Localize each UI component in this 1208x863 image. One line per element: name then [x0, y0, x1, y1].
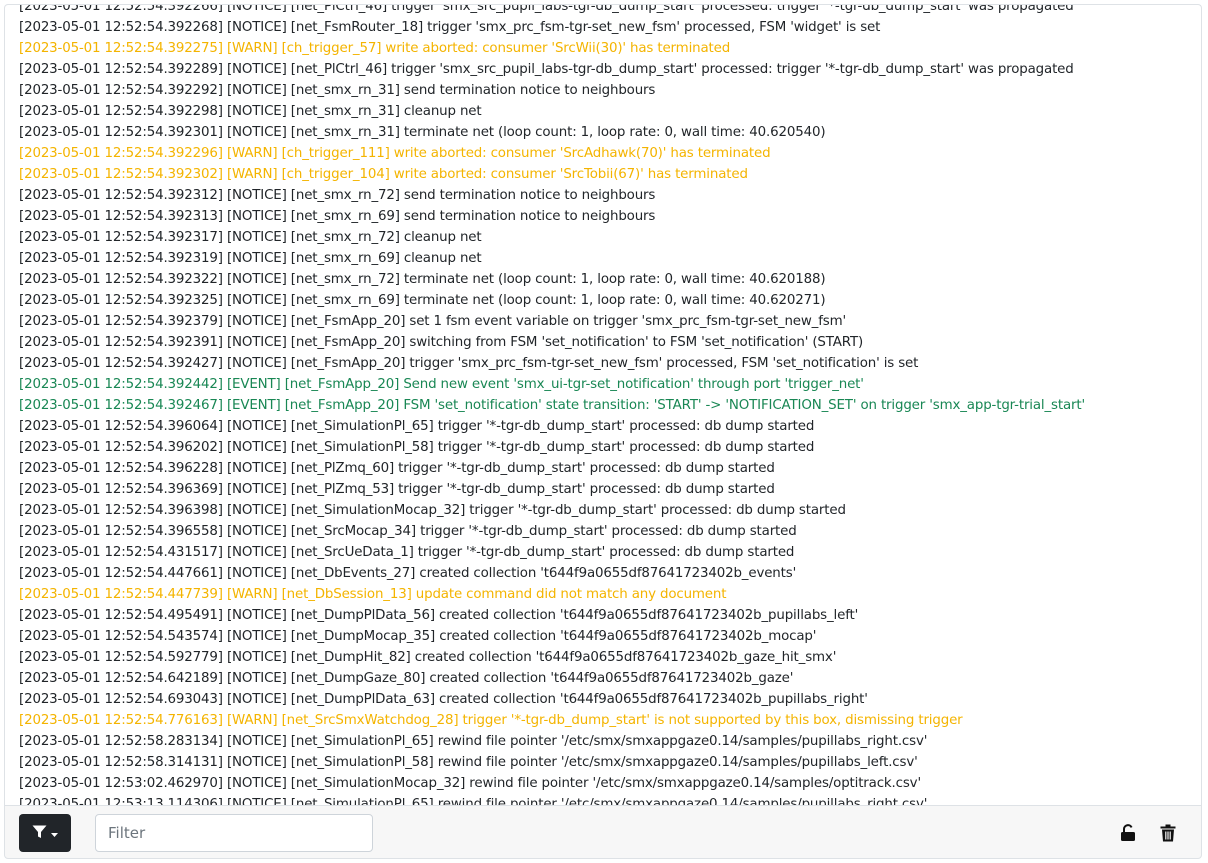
filter-dropdown-button[interactable] — [19, 814, 71, 852]
log-line-notice: [2023-05-01 12:52:54.642189] [NOTICE] [n… — [19, 671, 794, 686]
log-line-event: [2023-05-01 12:52:54.392442] [EVENT] [ne… — [19, 377, 864, 392]
log-line-notice: [2023-05-01 12:52:54.592779] [NOTICE] [n… — [19, 650, 837, 665]
log-line-notice: [2023-05-01 12:52:54.396558] [NOTICE] [n… — [19, 524, 797, 539]
log-line-notice: [2023-05-01 12:52:58.283134] [NOTICE] [n… — [19, 734, 928, 749]
log-line-warn: [2023-05-01 12:52:54.776163] [WARN] [net… — [19, 713, 963, 728]
log-line-warn: [2023-05-01 12:52:54.447739] [WARN] [net… — [19, 587, 727, 602]
log-line-warn: [2023-05-01 12:52:54.392275] [WARN] [ch_… — [19, 41, 731, 56]
log-line-notice: [2023-05-01 12:52:54.392313] [NOTICE] [n… — [19, 209, 656, 224]
trash-icon[interactable] — [1157, 822, 1179, 844]
log-line-notice: [2023-05-01 12:52:54.447661] [NOTICE] [n… — [19, 566, 797, 581]
log-line-notice: [2023-05-01 12:52:54.392427] [NOTICE] [n… — [19, 356, 919, 371]
log-line-notice: [2023-05-01 12:52:54.392319] [NOTICE] [n… — [19, 251, 482, 266]
caret-down-icon — [51, 826, 58, 841]
log-line-notice: [2023-05-01 12:52:54.392391] [NOTICE] [n… — [19, 335, 864, 350]
log-list: [2023-05-01 12:52:54.392266] [NOTICE] [n… — [19, 4, 1197, 805]
log-line-notice: [2023-05-01 12:52:54.392322] [NOTICE] [n… — [19, 272, 826, 287]
log-line-notice: [2023-05-01 12:52:54.392317] [NOTICE] [n… — [19, 230, 482, 245]
log-line-notice: [2023-05-01 12:52:54.693043] [NOTICE] [n… — [19, 692, 868, 707]
log-line-notice: [2023-05-01 12:52:54.392266] [NOTICE] [n… — [19, 4, 1074, 14]
log-line-notice: [2023-05-01 12:52:54.431517] [NOTICE] [n… — [19, 545, 795, 560]
log-line-notice: [2023-05-01 12:52:54.392268] [NOTICE] [n… — [19, 20, 881, 35]
filter-icon — [32, 825, 47, 842]
log-line-warn: [2023-05-01 12:52:54.392296] [WARN] [ch_… — [19, 146, 771, 161]
unlock-icon[interactable] — [1117, 822, 1139, 844]
log-line-notice: [2023-05-01 12:53:13.114306] [NOTICE] [n… — [19, 797, 928, 805]
log-line-notice: [2023-05-01 12:52:54.392325] [NOTICE] [n… — [19, 293, 826, 308]
log-line-notice: [2023-05-01 12:52:54.392301] [NOTICE] [n… — [19, 125, 826, 140]
log-panel[interactable]: [2023-05-01 12:52:54.392266] [NOTICE] [n… — [4, 4, 1202, 805]
log-line-notice: [2023-05-01 12:52:54.392292] [NOTICE] [n… — [19, 83, 656, 98]
log-footer — [4, 805, 1202, 859]
log-line-notice: [2023-05-01 12:52:54.392312] [NOTICE] [n… — [19, 188, 656, 203]
filter-input[interactable] — [95, 814, 373, 852]
log-line-notice: [2023-05-01 12:52:54.392289] [NOTICE] [n… — [19, 62, 1074, 77]
log-line-notice: [2023-05-01 12:52:54.543574] [NOTICE] [n… — [19, 629, 817, 644]
log-line-notice: [2023-05-01 12:53:02.462970] [NOTICE] [n… — [19, 776, 921, 791]
log-line-notice: [2023-05-01 12:52:54.396369] [NOTICE] [n… — [19, 482, 775, 497]
log-line-notice: [2023-05-01 12:52:54.396398] [NOTICE] [n… — [19, 503, 846, 518]
log-line-notice: [2023-05-01 12:52:54.396064] [NOTICE] [n… — [19, 419, 815, 434]
log-line-notice: [2023-05-01 12:52:54.396202] [NOTICE] [n… — [19, 440, 815, 455]
log-line-notice: [2023-05-01 12:52:54.495491] [NOTICE] [n… — [19, 608, 859, 623]
log-line-notice: [2023-05-01 12:52:58.314131] [NOTICE] [n… — [19, 755, 918, 770]
log-line-warn: [2023-05-01 12:52:54.392302] [WARN] [ch_… — [19, 167, 748, 182]
log-line-notice: [2023-05-01 12:52:54.396228] [NOTICE] [n… — [19, 461, 775, 476]
log-line-notice: [2023-05-01 12:52:54.392379] [NOTICE] [n… — [19, 314, 847, 329]
log-line-event: [2023-05-01 12:52:54.392467] [EVENT] [ne… — [19, 398, 1086, 413]
log-line-notice: [2023-05-01 12:52:54.392298] [NOTICE] [n… — [19, 104, 482, 119]
